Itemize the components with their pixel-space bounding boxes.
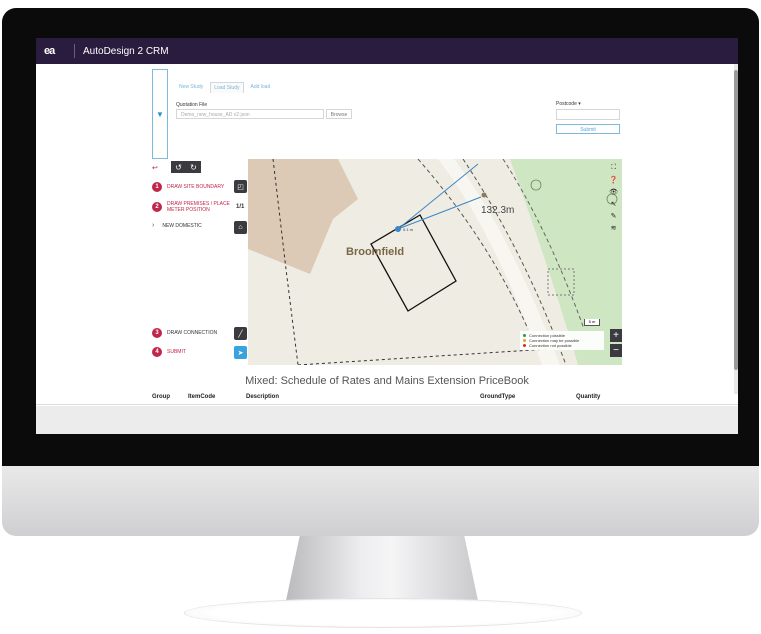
col-description[interactable]: Description (246, 394, 279, 400)
new-domestic-row[interactable]: › NEW DOMESTIC (152, 222, 202, 229)
zoom-out-button[interactable]: − (610, 344, 622, 357)
col-groundtype[interactable]: GroundType (480, 394, 515, 400)
step-draw-connection: 3 DRAW CONNECTION (152, 328, 217, 338)
chevron-right-icon: › (152, 222, 155, 229)
connection-line-icon: ╱ (238, 330, 243, 338)
step-number: 1 (152, 182, 162, 192)
monitor-chin (2, 466, 759, 536)
tab-new-study[interactable]: New Study (176, 82, 206, 93)
legend-dot (523, 339, 526, 343)
step-number: 2 (152, 202, 162, 212)
edit-icon[interactable]: ✎ (611, 212, 617, 220)
step-draw-premises: 2 DRAW PREMISES / PLACE METER POSITION (152, 201, 230, 213)
point-label: 0.1 m (403, 227, 414, 232)
monitor-base (184, 598, 582, 628)
step-label: DRAW PREMISES / PLACE METER POSITION (167, 201, 230, 213)
step-label: DRAW CONNECTION (167, 330, 218, 336)
postcode-label[interactable]: Postcode ▾ (556, 101, 581, 107)
send-icon: ➤ (237, 349, 244, 357)
submit-button[interactable]: ➤ (234, 346, 247, 359)
quotation-file-input[interactable]: Demo_new_house_AD v2.json (176, 109, 324, 119)
col-quantity[interactable]: Quantity (576, 394, 600, 400)
tab-load-study[interactable]: Load Study (210, 82, 244, 93)
study-tabs: New Study Load Study Add load (176, 82, 273, 93)
redo-icon[interactable]: ↻ (190, 163, 197, 172)
quotation-file-label: Quotation File (176, 102, 208, 108)
col-group[interactable]: Group (152, 394, 170, 400)
page-scrollbar[interactable] (734, 64, 738, 394)
postcode-submit-button[interactable]: Submit (556, 124, 620, 134)
col-itemcode[interactable]: ItemCode (188, 394, 215, 400)
page-footer (36, 406, 738, 434)
help-icon[interactable]: ❓ (609, 176, 618, 184)
table-divider (36, 404, 738, 405)
scrollbar-thumb[interactable] (734, 70, 738, 370)
chevron-down-icon: ▼ (156, 109, 164, 119)
step-label-line2: METER POSITION (167, 207, 210, 213)
collapse-panel-button[interactable]: ▼ (152, 69, 168, 159)
map-toolbar: ⛶ ❓ 👁 ↖ ✎ ≋ (609, 164, 618, 232)
legend-item: Connection not possible (523, 343, 601, 348)
app-title: AutoDesign 2 CRM (83, 45, 169, 57)
step-submit: 4 SUBMIT (152, 347, 186, 357)
fullscreen-icon[interactable]: ⛶ (611, 164, 616, 172)
layers-icon[interactable]: ≋ (611, 224, 617, 232)
step-number: 3 (152, 328, 162, 338)
scale-bar: 5 m (584, 319, 600, 326)
place-label: Broomfield (346, 246, 404, 258)
zoom-in-button[interactable]: + (610, 329, 622, 342)
tab-add-load[interactable]: Add load (248, 82, 274, 93)
undo-icon[interactable]: ↺ (175, 163, 182, 172)
legend-dot (523, 334, 526, 338)
site-map[interactable]: Broomfield 132.3m 0.1 m ⛶ ❓ 👁 ↖ ✎ ≋ 5 m … (248, 159, 622, 365)
eye-icon[interactable]: 👁 (609, 188, 618, 196)
premises-counter: 1/1 (236, 204, 245, 210)
zoom-controls: + − (610, 329, 622, 357)
boundary-edit-icon: ◰ (237, 183, 244, 191)
house-edit-icon: ⌂ (238, 224, 243, 231)
header-divider (74, 44, 75, 58)
app-logo: ea (44, 45, 55, 57)
back-arrow-icon[interactable]: ↩ (152, 164, 158, 172)
step-draw-site-boundary: 1 DRAW SITE BOUNDARY (152, 182, 224, 192)
distance-label: 132.3m (481, 205, 514, 216)
browse-button[interactable]: Browse (326, 109, 352, 119)
legend-dot (523, 344, 526, 348)
draw-site-boundary-button[interactable]: ◰ (234, 180, 247, 193)
step-label: DRAW SITE BOUNDARY (167, 184, 225, 190)
new-domestic-edit-button[interactable]: ⌂ (234, 221, 247, 234)
step-label: SUBMIT (167, 349, 186, 355)
undo-redo-toolbar: ↺ ↻ (171, 161, 201, 173)
legend-label: Connection not possible (529, 343, 572, 348)
step-number: 4 (152, 347, 162, 357)
postcode-input[interactable] (556, 109, 620, 120)
pointer-icon[interactable]: ↖ (611, 200, 617, 208)
new-domestic-label: NEW DOMESTIC (162, 222, 202, 229)
draw-connection-button[interactable]: ╱ (234, 327, 247, 340)
app-header: ea AutoDesign 2 CRM (36, 38, 738, 64)
pricebook-title: Mixed: Schedule of Rates and Mains Exten… (245, 375, 529, 387)
screen: ea AutoDesign 2 CRM ▼ New Study Load Stu… (36, 38, 738, 434)
map-legend: Connection possible Connection may be po… (520, 331, 604, 350)
